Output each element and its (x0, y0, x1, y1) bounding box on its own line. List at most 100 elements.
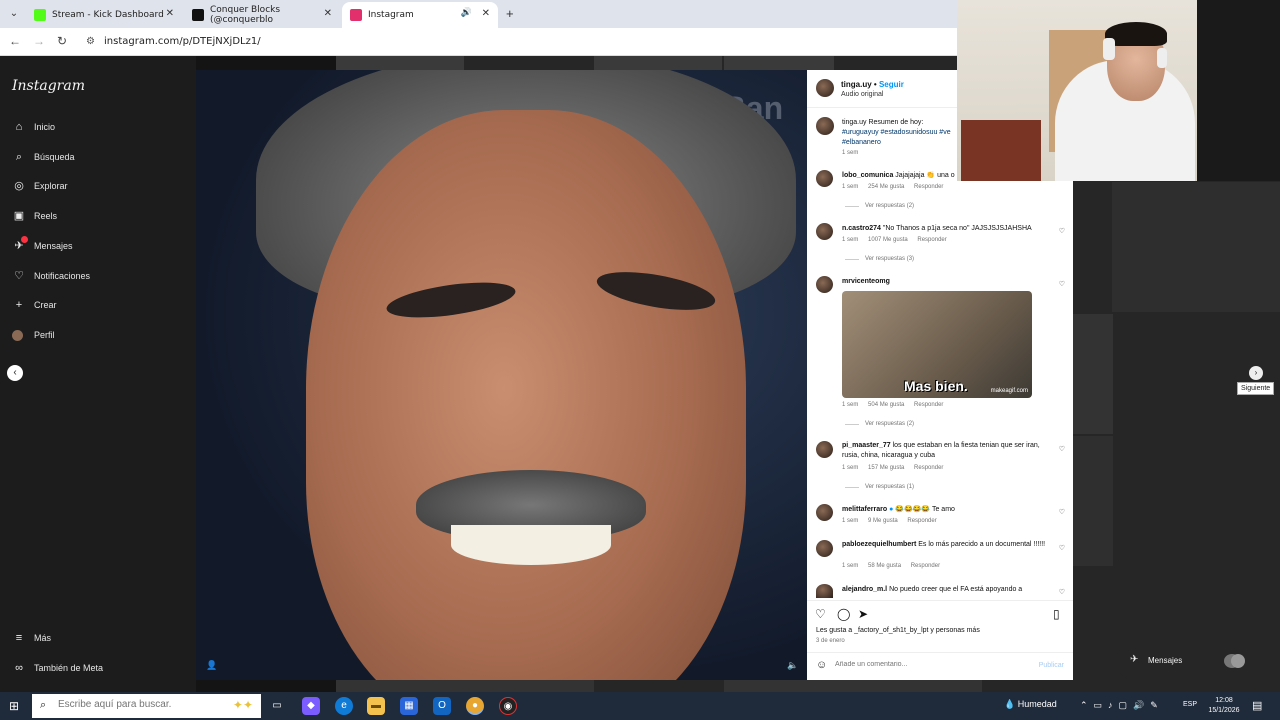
like-comment-heart-icon[interactable]: ♡ (1059, 588, 1065, 596)
sidebar-item-notificaciones[interactable]: ♡ Notificaciones (12, 268, 90, 284)
comment-likes[interactable]: 58 Me gusta (868, 563, 901, 569)
taskbar-search[interactable]: ⌕ ✦✦ (32, 694, 261, 718)
sidebar-item-mas[interactable]: ≡ Más (12, 630, 51, 646)
avatar[interactable] (816, 117, 834, 135)
reply-button[interactable]: Responder (914, 402, 943, 408)
like-comment-heart-icon[interactable]: ♡ (1059, 280, 1065, 288)
comment-username[interactable]: pabloezequielhumbert (842, 541, 916, 548)
windows-start-icon[interactable]: ⊞ (9, 699, 19, 713)
tab-kick-dashboard[interactable]: Stream - Kick Dashboard ✕ (26, 2, 182, 28)
input-language[interactable]: ESP (1183, 701, 1197, 708)
clock[interactable]: 12:08 15/1/2026 (1204, 696, 1244, 716)
publish-button[interactable]: Publicar (1039, 662, 1064, 669)
close-icon[interactable]: ✕ (166, 8, 174, 19)
avatar[interactable] (816, 584, 833, 598)
comment-gif-image[interactable]: Mas bien. makeagif.com (842, 291, 1032, 398)
comment-likes[interactable]: 504 Me gusta (868, 402, 904, 408)
username[interactable]: tinga.uy (842, 119, 867, 126)
view-replies-button[interactable]: Ver respuestas (1) (845, 484, 914, 490)
system-tray-icons[interactable]: ⌃▭♪▢🔊✎ (1080, 700, 1164, 711)
post-image[interactable]: elBan 👤 🔈 (196, 70, 807, 680)
sidebar-item-meta[interactable]: ∞ También de Meta (12, 660, 103, 676)
emoji-icon[interactable]: ☺ (816, 659, 827, 671)
like-heart-icon[interactable]: ♡ (815, 607, 826, 621)
avatar[interactable] (816, 170, 833, 187)
reload-icon[interactable]: ↻ (57, 34, 67, 48)
like-comment-heart-icon[interactable]: ♡ (1059, 508, 1065, 516)
previous-post-button[interactable]: ‹ (7, 365, 23, 381)
edge-icon[interactable]: e (335, 697, 353, 715)
file-explorer-icon[interactable]: ▬ (367, 697, 385, 715)
comment-likes[interactable]: 254 Me gusta (868, 184, 904, 190)
reply-button[interactable]: Responder (914, 184, 943, 190)
hashtag-link[interactable]: #uruguayuy #estadosunidosuu #ve (842, 129, 951, 136)
notifications-icon[interactable]: ▤ (1252, 699, 1262, 712)
avatar[interactable] (816, 504, 833, 521)
sidebar-item-inicio[interactable]: ⌂ Inicio (12, 119, 55, 135)
avatar[interactable] (816, 79, 834, 97)
like-comment-heart-icon[interactable]: ♡ (1059, 544, 1065, 552)
view-replies-button[interactable]: Ver respuestas (3) (845, 256, 914, 262)
comment-likes[interactable]: 1007 Me gusta (868, 237, 908, 243)
view-replies-button[interactable]: Ver respuestas (2) (845, 203, 914, 209)
avatar[interactable] (816, 223, 833, 240)
forward-arrow-icon[interactable]: → (33, 34, 45, 48)
chrome-icon[interactable]: ● (466, 697, 484, 715)
sidebar-item-reels[interactable]: ▣ Reels (12, 208, 57, 224)
post-author[interactable]: tinga.uy • Seguir (841, 80, 904, 89)
site-info-icon[interactable]: ⚙ (86, 36, 95, 47)
like-comment-heart-icon[interactable]: ♡ (1059, 445, 1065, 453)
comment-username[interactable]: n.castro274 (842, 225, 881, 232)
store-icon[interactable]: ▦ (400, 697, 418, 715)
tab-conquer-blocks[interactable]: Conquer Blocks (@conquerblo ✕ (184, 2, 340, 28)
sidebar-item-explorar[interactable]: ◎ Explorar (12, 178, 67, 194)
close-icon[interactable]: ✕ (482, 8, 490, 19)
hashtag-link[interactable]: #elbananero (842, 139, 881, 146)
avatar[interactable] (816, 441, 833, 458)
taskbar-search-input[interactable] (58, 699, 208, 710)
sidebar-item-crear[interactable]: + Crear (12, 297, 57, 313)
comment-username[interactable]: melittaferraro (842, 506, 887, 513)
weather-widget[interactable]: 💧 Humedad (1004, 699, 1057, 710)
new-tab-plus-icon[interactable]: + (506, 6, 514, 21)
reply-button[interactable]: Responder (917, 237, 946, 243)
comment-username[interactable]: alejandro_m.l (842, 586, 887, 593)
comment-username[interactable]: mrvicenteomg (842, 278, 890, 285)
instagram-logo[interactable]: Instagram (12, 78, 85, 94)
reply-button[interactable]: Responder (911, 563, 940, 569)
sidebar-item-perfil[interactable]: Perfil (12, 327, 55, 343)
next-post-button[interactable]: › (1249, 366, 1263, 380)
sidebar-item-busqueda[interactable]: ⌕ Búsqueda (12, 149, 75, 165)
like-comment-heart-icon[interactable]: ♡ (1059, 227, 1065, 235)
tab-instagram[interactable]: Instagram 🔊 ✕ (342, 2, 498, 28)
tab-search-menu-icon[interactable]: ⌄ (6, 6, 22, 22)
speaker-icon[interactable]: 🔊 (461, 8, 472, 18)
sidebar-item-mensajes[interactable]: ✈ Mensajes (12, 236, 73, 254)
follow-button[interactable]: Seguir (879, 80, 904, 89)
username[interactable]: tinga.uy (841, 80, 872, 89)
audio-label[interactable]: Audio original (841, 91, 883, 98)
mute-icon[interactable]: 🔈 (787, 660, 798, 671)
messages-pill-button[interactable]: ✈ Mensajes (1116, 642, 1272, 680)
obs-icon[interactable]: ◉ (499, 697, 517, 715)
liked-by-text[interactable]: Les gusta a _factory_of_sh1t_by_lpt y pe… (816, 627, 980, 634)
bookmark-icon[interactable]: ▯ (1053, 607, 1060, 621)
view-replies-button[interactable]: Ver respuestas (2) (845, 421, 914, 427)
back-arrow-icon[interactable]: ← (9, 34, 21, 48)
comment-username[interactable]: pi_maaster_77 (842, 442, 891, 449)
comment-likes[interactable]: 157 Me gusta (868, 465, 904, 471)
avatar[interactable] (816, 276, 833, 293)
share-send-icon[interactable]: ➤ (858, 607, 868, 621)
task-view-icon[interactable]: ▭ (268, 697, 286, 715)
comment-input[interactable] (835, 661, 1025, 668)
comment-bubble-icon[interactable]: ◯ (837, 607, 850, 621)
close-icon[interactable]: ✕ (324, 8, 332, 19)
reply-button[interactable]: Responder (914, 465, 943, 471)
url-field[interactable]: instagram.com/p/DTEjNXjDLz1/ (104, 36, 261, 47)
avatar[interactable] (816, 540, 833, 557)
comment-username[interactable]: lobo_comunica (842, 172, 893, 179)
copilot-icon[interactable]: ◆ (302, 697, 320, 715)
tagged-user-icon[interactable]: 👤 (206, 660, 217, 671)
reply-button[interactable]: Responder (907, 518, 936, 524)
outlook-icon[interactable]: O (433, 697, 451, 715)
